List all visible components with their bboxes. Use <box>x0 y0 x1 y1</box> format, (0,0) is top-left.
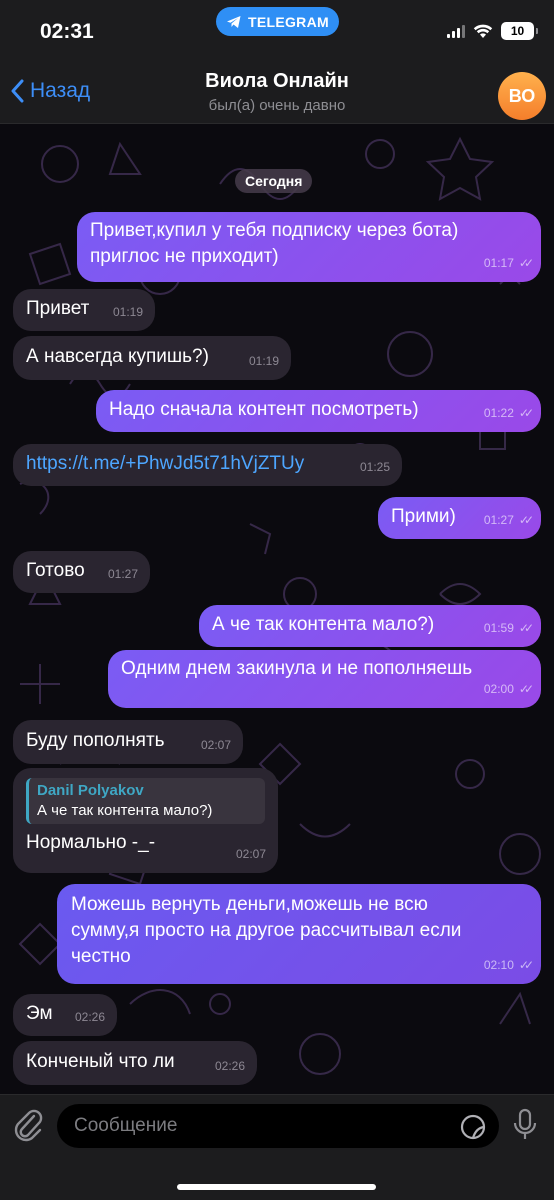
chat-header[interactable]: Виола Онлайн был(а) очень давно <box>0 70 554 114</box>
telegram-icon <box>227 15 241 28</box>
message-time: 01:19 <box>248 354 279 368</box>
telegram-pill[interactable]: TELEGRAM <box>216 7 339 36</box>
double-check-icon: ✓✓ <box>518 256 534 270</box>
paperclip-icon[interactable] <box>12 1107 44 1143</box>
message-text: Конченый что ли <box>26 1051 175 1072</box>
message-text: Одним днем закинула и не пополняешь <box>121 658 473 679</box>
message-bubble[interactable]: Эм 02:26 <box>13 994 117 1036</box>
date-separator: Сегодня <box>235 169 313 193</box>
message-bubble[interactable]: Привет 01:19 <box>13 289 155 331</box>
message-text: Эм <box>26 1003 53 1024</box>
double-check-icon: ✓✓ <box>518 958 534 972</box>
message-input[interactable] <box>57 1104 499 1148</box>
message-time: 02:07 <box>200 738 231 752</box>
top-bar: 02:31 TELEGRAM 10 Назад Виола Онлайн был… <box>0 0 554 124</box>
message-time: 02:07 <box>235 847 266 861</box>
chat-status: был(а) очень давно <box>208 97 346 114</box>
message-bubble[interactable]: Привет,купил у тебя подписку через бота)… <box>77 212 541 282</box>
message-time: 02:10 <box>483 958 514 972</box>
status-time: 02:31 <box>40 20 94 43</box>
reply-text: А че так контента мало?) <box>37 802 213 819</box>
reply-author: Danil Polyakov <box>37 782 144 799</box>
message-text-line: честно <box>71 946 131 967</box>
message-bubble[interactable]: Одним днем закинула и не пополняешь 02:0… <box>108 650 541 708</box>
message-time: 01:19 <box>112 305 143 319</box>
microphone-icon[interactable] <box>512 1108 538 1142</box>
message-text: А навсегда купишь?) <box>26 346 209 367</box>
message-time: 02:26 <box>214 1059 245 1073</box>
message-bubble[interactable]: Конченый что ли 02:26 <box>13 1041 257 1085</box>
message-time: 01:27 <box>107 567 138 581</box>
message-time: 01:25 <box>359 460 390 474</box>
message-bubble[interactable]: Можешь вернуть деньги,можешь не всю сумм… <box>57 884 541 984</box>
message-time: 01:59 <box>483 621 514 635</box>
message-bubble[interactable]: https://t.me/+PhwJd5t71hVjZTUy 01:25 <box>13 444 402 486</box>
message-text: Буду пополнять <box>26 730 165 751</box>
chat-area[interactable]: Сегодня Привет,купил у тебя подписку чер… <box>0 124 554 1094</box>
chat-title: Виола Онлайн <box>205 70 349 92</box>
message-time: 02:00 <box>483 682 514 696</box>
message-bubble[interactable]: Прими) 01:27 ✓✓ <box>378 497 541 539</box>
invite-link[interactable]: https://t.me/+PhwJd5t71hVjZTUy <box>26 453 304 474</box>
avatar[interactable]: ВО <box>498 72 546 120</box>
double-check-icon: ✓✓ <box>518 406 534 420</box>
message-bubble[interactable]: Надо сначала контент посмотреть) 01:22 ✓✓ <box>96 390 541 432</box>
message-bubble[interactable]: Danil Polyakov А че так контента мало?) … <box>13 768 278 873</box>
message-text: А че так контента мало?) <box>212 614 435 635</box>
message-meta: 02:10 ✓✓ <box>483 952 534 978</box>
status-icons: 10 <box>447 22 538 40</box>
message-meta: 01:59 ✓✓ <box>483 615 534 641</box>
message-bubble[interactable]: А навсегда купишь?) 01:19 <box>13 336 291 380</box>
avatar-initials: ВО <box>508 85 536 106</box>
message-text: Надо сначала контент посмотреть) <box>109 399 419 420</box>
message-text-line: Привет,купил у тебя подписку через бота) <box>90 220 459 241</box>
message-text: Привет <box>26 298 90 319</box>
double-check-icon: ✓✓ <box>518 621 534 635</box>
message-text-line: Можешь вернуть деньги,можешь не всю <box>71 894 428 915</box>
message-text: Прими) <box>391 506 456 527</box>
message-meta: 01:22 ✓✓ <box>483 400 534 426</box>
message-text: Нормально -_- <box>26 832 156 853</box>
wifi-icon <box>473 24 493 38</box>
message-meta: 01:27 ✓✓ <box>483 507 534 533</box>
double-check-icon: ✓✓ <box>518 682 534 696</box>
message-time: 02:26 <box>74 1010 105 1024</box>
reply-quote[interactable]: Danil Polyakov А че так контента мало?) <box>26 778 265 824</box>
battery-icon: 10 <box>501 22 538 40</box>
message-text: Готово <box>26 560 85 581</box>
battery-level: 10 <box>510 24 525 38</box>
message-meta: 02:00 ✓✓ <box>483 676 534 702</box>
message-bubble[interactable]: А че так контента мало?) 01:59 ✓✓ <box>199 605 541 647</box>
message-meta: 01:17 ✓✓ <box>483 250 534 276</box>
message-time: 01:22 <box>483 406 514 420</box>
telegram-pill-label: TELEGRAM <box>248 13 329 30</box>
double-check-icon: ✓✓ <box>518 513 534 527</box>
cellular-signal-icon <box>447 24 465 38</box>
message-text-line: сумму,я просто на другое рассчитывал есл… <box>71 920 462 941</box>
sticker-icon[interactable] <box>460 1114 486 1140</box>
home-indicator[interactable] <box>177 1184 376 1190</box>
message-time: 01:27 <box>483 513 514 527</box>
message-bubble[interactable]: Буду пополнять 02:07 <box>13 720 243 764</box>
message-text-line: приглос не приходит) <box>90 246 279 267</box>
message-bubble[interactable]: Готово 01:27 <box>13 551 150 593</box>
message-time: 01:17 <box>483 256 514 270</box>
